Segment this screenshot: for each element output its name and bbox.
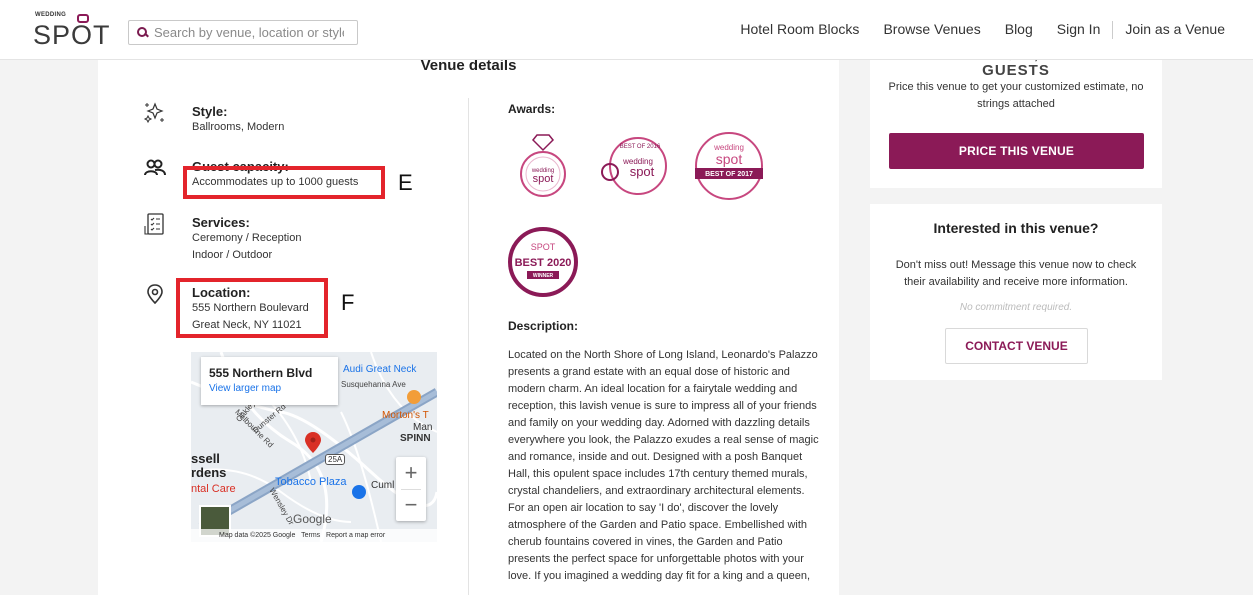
annotation-label-f: F [341, 290, 355, 315]
search-input[interactable] [154, 25, 344, 40]
map-label-tobacco-plaza: Tobacco Plaza [275, 476, 347, 488]
zoom-out-button[interactable]: − [396, 489, 426, 521]
map-terms-link[interactable]: Terms [301, 532, 320, 539]
nav-hotel-room-blocks[interactable]: Hotel Room Blocks [740, 21, 859, 39]
column-divider [468, 98, 469, 595]
checklist-icon [144, 213, 164, 235]
map-data-text: Map data ©2025 Google [219, 532, 296, 539]
awards-title: Awards: [508, 102, 556, 116]
map-label-ntal-care: ntal Care [191, 483, 236, 495]
services-line-1: Ceremony / Reception [192, 232, 302, 244]
map-footer: Map data ©2025 Google Terms Report a map… [191, 529, 437, 542]
people-icon [144, 159, 166, 176]
nav-sign-in[interactable]: Sign In [1057, 21, 1101, 39]
award-badge-3: wedding spot BEST OF 2017 [695, 132, 763, 200]
zoom-divider [401, 489, 421, 490]
services-line-2: Indoor / Outdoor [192, 249, 273, 261]
badge-2-top: BEST OF 2016 [620, 144, 661, 150]
badge-2-main: spot [630, 164, 655, 179]
price-note: Price this venue to get your customized … [888, 81, 1144, 110]
badge-3-main: spot [716, 151, 743, 167]
award-badge-2: BEST OF 2016 wedding spot [601, 137, 667, 195]
annotation-box-f [176, 278, 328, 338]
map-report-link[interactable]: Report a map error [326, 532, 385, 539]
badge-4-main: BEST 2020 [515, 257, 572, 269]
contact-venue-button[interactable]: CONTACT VENUE [945, 328, 1088, 364]
map-info-card: 555 Northern Blvd View larger map [201, 357, 338, 405]
nav-browse-venues[interactable]: Browse Venues [883, 21, 980, 39]
map-label-man: Man [413, 422, 433, 433]
description-text: Located on the North Shore of Long Islan… [508, 349, 819, 582]
annotation-box-e [183, 166, 385, 199]
services-heading: Services: [192, 215, 250, 230]
search-box[interactable] [128, 20, 358, 45]
location-map[interactable]: Audi Great Neck Morton's T SPINN ssell r… [191, 352, 437, 542]
logo-small-text: WEDDING [35, 12, 67, 18]
badge-1-main: spot [533, 173, 554, 185]
award-badge-4: SPOT BEST 2020 WINNER [508, 227, 578, 297]
contact-note: No commitment required. [959, 302, 1073, 313]
badge-3-sub: BEST OF 2017 [705, 171, 753, 178]
style-heading: Style: [192, 104, 228, 119]
style-value: Ballrooms, Modern [192, 121, 285, 133]
view-larger-map-link[interactable]: View larger map [209, 383, 330, 394]
map-label-spinn: SPINN [400, 433, 431, 444]
google-logo: Google [293, 512, 332, 526]
map-label-mortons: Morton's T [382, 410, 429, 421]
map-label-ssell: ssell [191, 451, 220, 466]
nav-blog[interactable]: Blog [1005, 21, 1033, 39]
map-label-audi: Audi Great Neck [343, 364, 417, 375]
price-this-venue-button[interactable]: PRICE THIS VENUE [889, 133, 1144, 169]
route-25a-shield: 25A [325, 454, 346, 465]
sparkle-icon [143, 102, 164, 124]
badge-4-sub: WINNER [533, 273, 554, 279]
ring-icon [77, 14, 89, 23]
venue-details-card: Venue details Style: Ballrooms, Modern G… [98, 40, 839, 595]
map-card-title: 555 Northern Blvd [209, 366, 313, 380]
zoom-in-button[interactable]: + [396, 457, 426, 489]
nav-divider [1112, 21, 1114, 39]
contact-title: Interested in this venue? [933, 220, 1099, 236]
site-header: WEDDING SPOT Hotel Room Blocks Browse Ve… [0, 0, 1253, 60]
map-zoom-control: + − [396, 457, 426, 521]
nav-join-as-venue[interactable]: Join as a Venue [1125, 21, 1225, 39]
price-card: STARTING AT $74,479 FOR 100 GUESTS Price… [870, 40, 1162, 188]
top-nav: Hotel Room Blocks Browse Venues Blog Sig… [740, 21, 1253, 39]
search-icon [137, 27, 148, 38]
logo-big-text: SPOT [33, 20, 111, 50]
map-label-cuml: Cuml [371, 480, 395, 491]
contact-message: Don't miss out! Message this venue now t… [895, 259, 1137, 288]
annotation-label-e: E [398, 170, 413, 195]
badge-4-top: SPOT [531, 242, 556, 252]
location-pin-icon [147, 284, 163, 305]
map-label-susquehanna: Susquehanna Ave [341, 380, 406, 389]
contact-card: Interested in this venue? Don't miss out… [870, 204, 1162, 380]
map-label-rdens: rdens [191, 465, 227, 480]
wedding-spot-logo[interactable]: WEDDING SPOT [33, 12, 115, 50]
description-title: Description: [508, 319, 579, 333]
award-badge-1: wedding spot [520, 134, 566, 197]
